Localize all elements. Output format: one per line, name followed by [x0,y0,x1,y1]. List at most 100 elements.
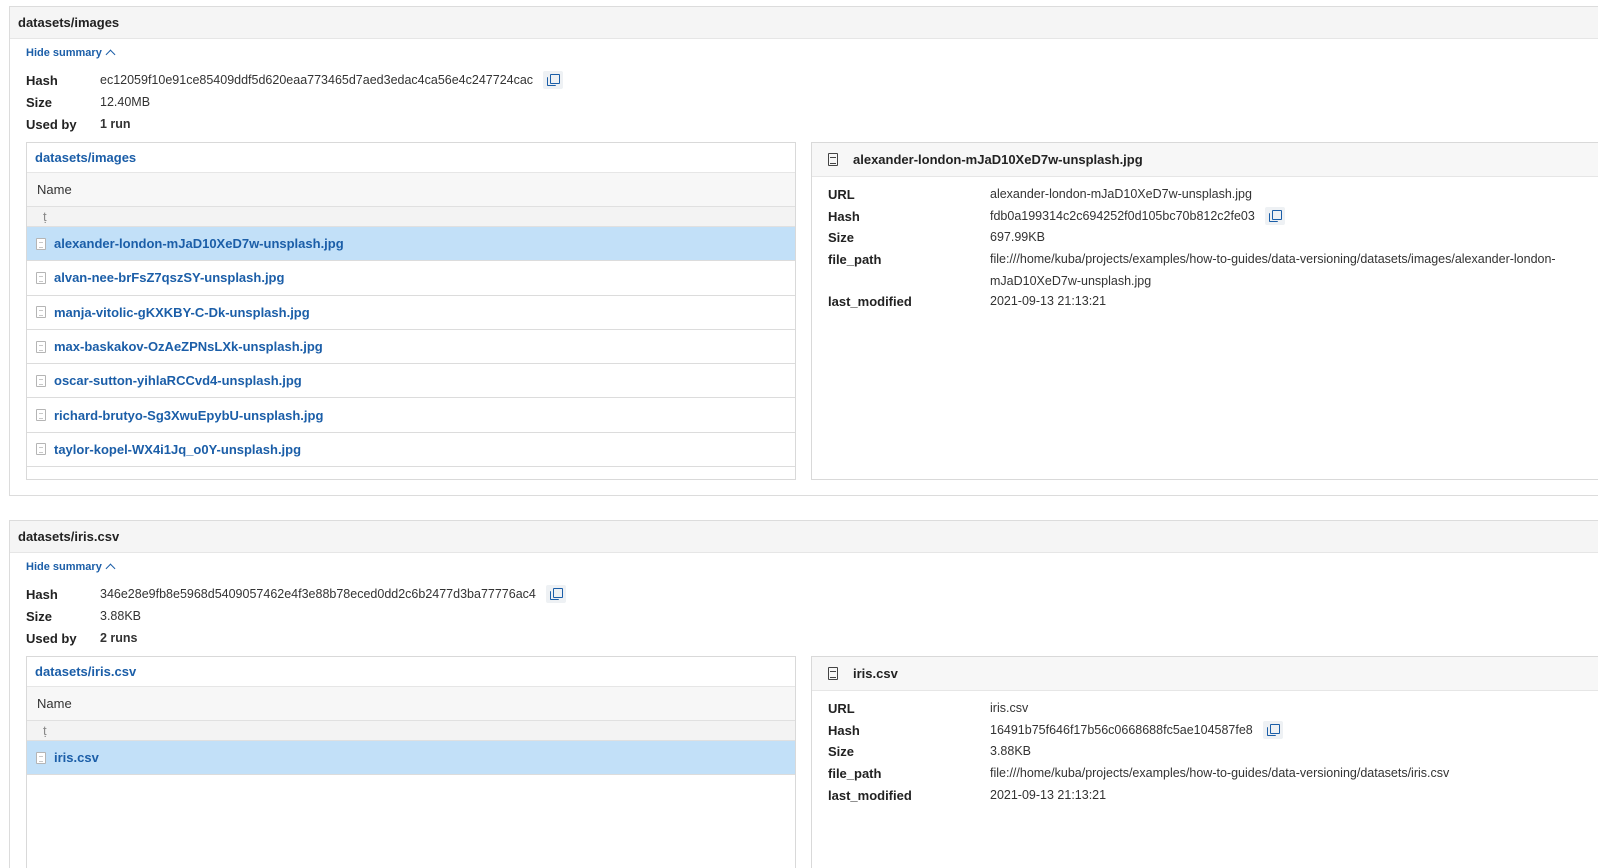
file-details-panel: iris.csv URL iris.csv Hash 16491b75f646f… [811,656,1598,868]
artifact-title: datasets/images [10,7,1598,39]
detail-last-modified-value: 2021-09-13 21:13:21 [990,294,1107,309]
detail-size-value: 697.99KB [990,230,1045,245]
file-browser: datasets/images Name ṭ alexander-london-… [26,142,796,480]
detail-file-path-label: file_path [828,766,882,782]
detail-last-modified-label: last_modified [828,294,912,310]
detail-url-label: URL [828,187,855,202]
detail-size-label: Size [828,744,855,760]
summary-size-row: Size 3.88KB [26,605,566,627]
file-name: max-baskakov-OzAeZPNsLXk-unsplash.jpg [54,339,323,355]
file-row[interactable]: max-baskakov-OzAeZPNsLXk-unsplash.jpg [27,330,795,365]
detail-last-modified-row: last_modified 2021-09-13 21:13:21 [828,786,1598,808]
summary-hash-row: Hash 346e28e9fb8e5968d5409057462e4f3e88b… [26,583,566,605]
file-icon [36,306,46,319]
detail-url-value: iris.csv [990,701,1029,715]
copy-file-hash-button[interactable] [1264,207,1285,226]
file-icon [36,443,46,456]
file-row[interactable]: oscar-sutton-yihlaRCCvd4-unsplash.jpg [27,364,795,399]
used-by-runs-link[interactable]: 1 run [100,117,131,131]
detail-hash-row: Hash fdb0a199314c2c694252f0d105bc70b812c… [828,207,1598,229]
hide-summary-label: Hide summary [26,561,102,573]
parent-directory-row[interactable]: ṭ [27,207,795,227]
detail-size-row: Size 3.88KB [828,742,1598,764]
artifact-summary: Hash ec12059f10e91ce85409ddf5d620eaa7734… [26,69,564,135]
summary-used-by-label: Used by [26,630,77,646]
summary-hash-row: Hash ec12059f10e91ce85409ddf5d620eaa7734… [26,69,564,91]
summary-size-row: Size 12.40MB [26,91,563,113]
file-icon [36,751,46,764]
copy-hash-button[interactable] [543,71,564,89]
summary-size-label: Size [26,94,53,110]
name-column-header[interactable]: Name [27,173,795,207]
file-browser: datasets/iris.csv Name ṭ iris.csv [26,656,796,868]
detail-url-value: alexander-london-mJaD10XeD7w-unsplash.jp… [990,187,1252,201]
file-row[interactable]: alexander-london-mJaD10XeD7w-unsplash.jp… [27,227,795,262]
summary-used-by-row: Used by 1 run [26,113,563,135]
summary-size-label: Size [26,608,53,624]
file-name: manja-vitolic-gKXKBY-C-Dk-unsplash.jpg [54,304,310,320]
parent-directory-row[interactable]: ṭ [27,721,795,741]
summary-hash-label: Hash [26,72,58,88]
detail-size-label: Size [828,230,855,246]
file-browser-path-link[interactable]: datasets/iris.csv [27,657,795,687]
copy-icon [1266,724,1280,737]
artifact-panel-iris: datasets/iris.csv Hide summary Hash 346e… [9,520,1598,868]
file-name: alexander-london-mJaD10XeD7w-unsplash.jp… [54,236,344,252]
detail-last-modified-row: last_modified 2021-09-13 21:13:21 [828,292,1598,314]
file-icon [36,237,46,250]
copy-icon [547,74,561,86]
detail-url-row: URL alexander-london-mJaD10XeD7w-unsplas… [828,185,1598,207]
file-row[interactable]: iris.csv [27,741,795,776]
used-by-runs-link[interactable]: 2 runs [100,631,138,645]
artifact-title: datasets/iris.csv [10,521,1598,553]
file-row[interactable]: alvan-nee-brFsZ7qszSY-unsplash.jpg [27,261,795,296]
file-icon [36,271,46,284]
copy-icon [1268,210,1282,223]
file-row[interactable]: manja-vitolic-gKXKBY-C-Dk-unsplash.jpg [27,296,795,330]
summary-hash-label: Hash [26,586,58,602]
summary-hash-value: ec12059f10e91ce85409ddf5d620eaa773465d7a… [100,73,534,87]
chevron-up-icon [105,563,116,574]
detail-file-path-value: file:///home/kuba/projects/examples/how-… [990,252,1556,288]
summary-size-value: 12.40MB [100,95,151,109]
file-browser-path-link[interactable]: datasets/images [27,143,795,173]
detail-url-label: URL [828,701,855,716]
detail-file-path-label: file_path [828,252,882,268]
file-name: alvan-nee-brFsZ7qszSY-unsplash.jpg [54,270,285,286]
file-details-name: iris.csv [853,666,898,681]
detail-file-path-row: file_path file:///home/kuba/projects/exa… [828,250,1598,292]
hide-summary-toggle[interactable]: Hide summary [26,47,116,60]
detail-size-value: 3.88KB [990,744,1032,759]
file-details-title: alexander-london-mJaD10XeD7w-unsplash.jp… [812,143,1598,177]
file-details-title: iris.csv [812,657,1598,691]
detail-hash-label: Hash [828,722,860,738]
summary-size-value: 3.88KB [100,609,142,623]
file-icon [36,374,46,387]
file-row[interactable]: richard-brutyo-Sg3XwuEpybU-unsplash.jpg [27,398,795,433]
summary-hash-value: 346e28e9fb8e5968d5409057462e4f3e88b78ece… [100,587,536,601]
file-row[interactable]: taylor-kopel-WX4i1Jq_o0Y-unsplash.jpg [27,433,795,468]
detail-hash-value: 16491b75f646f17b56c0668688fc5ae104587fe8 [990,722,1253,737]
chevron-up-icon [105,49,116,60]
document-icon [828,667,838,680]
detail-size-row: Size 697.99KB [828,228,1598,250]
detail-file-path-row: file_path file:///home/kuba/projects/exa… [828,764,1598,786]
hide-summary-label: Hide summary [26,47,102,59]
name-column-header[interactable]: Name [27,687,795,721]
detail-hash-value: fdb0a199314c2c694252f0d105bc70b812c2fe03 [990,208,1255,223]
artifact-panel-images: datasets/images Hide summary Hash ec1205… [9,6,1598,496]
file-name: richard-brutyo-Sg3XwuEpybU-unsplash.jpg [54,407,324,423]
summary-used-by-row: Used by 2 runs [26,627,566,649]
detail-last-modified-label: last_modified [828,787,912,803]
copy-hash-button[interactable] [545,585,566,603]
file-icon [36,409,46,422]
detail-file-path-value: file:///home/kuba/projects/examples/how-… [990,766,1450,781]
artifact-summary: Hash 346e28e9fb8e5968d5409057462e4f3e88b… [26,583,566,649]
detail-url-row: URL iris.csv [828,699,1598,721]
hide-summary-toggle[interactable]: Hide summary [26,561,116,574]
file-icon [36,340,46,353]
detail-hash-row: Hash 16491b75f646f17b56c0668688fc5ae1045… [828,721,1598,743]
summary-used-by-label: Used by [26,116,77,132]
copy-file-hash-button[interactable] [1262,721,1283,740]
copy-icon [549,588,563,600]
